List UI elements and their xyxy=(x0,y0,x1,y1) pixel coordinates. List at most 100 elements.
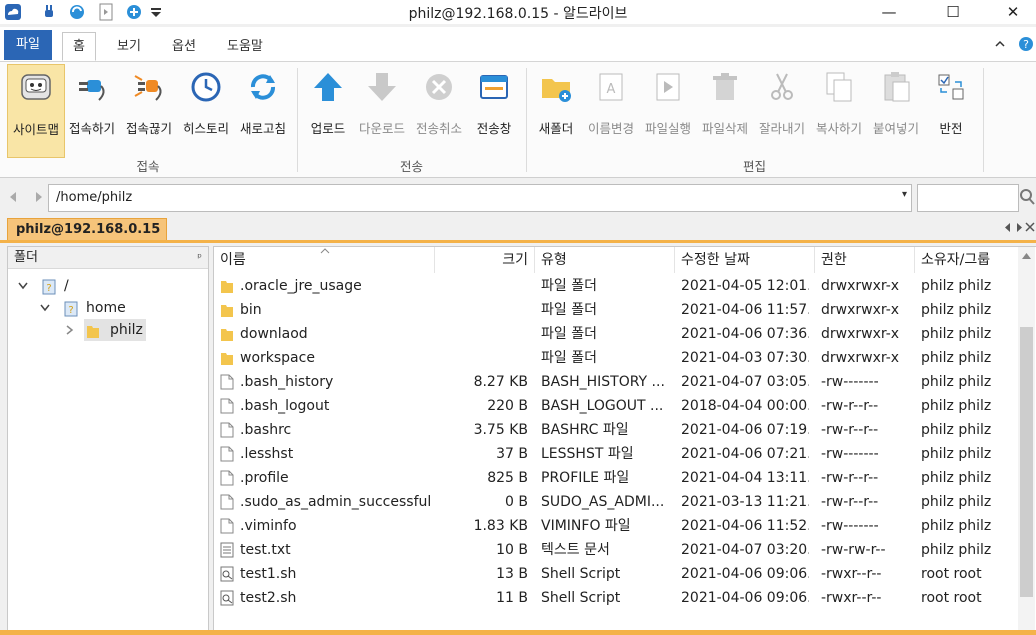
cancel-circle-icon xyxy=(426,74,452,100)
tab-file[interactable]: 파일 xyxy=(4,30,52,60)
table-row[interactable]: .viminfo 1.83 KB VIMINFO 파일 2021-04-06 11:5… xyxy=(214,514,1014,538)
chevron-right-icon[interactable] xyxy=(66,325,74,335)
cut-button[interactable]: 잘라내기 xyxy=(754,64,810,156)
table-row[interactable]: .oracle_jre_usage 파일 폴더 2021-04-05 12:01..… xyxy=(214,274,1014,298)
search-input[interactable] xyxy=(917,184,1019,212)
tab-help[interactable]: 도움말 xyxy=(217,33,273,60)
unknown-file-icon: ? xyxy=(42,279,56,295)
table-row[interactable]: .bashrc 3.75 KB BASHRC 파일 2021-04-06 07:19.… xyxy=(214,418,1014,442)
file-modified: 2021-04-06 11:52... xyxy=(681,518,809,534)
tree-node-philz[interactable]: philz xyxy=(64,319,148,341)
delete-file-button[interactable]: 파일삭제 xyxy=(697,64,753,156)
table-row[interactable]: test2.sh 11 B Shell Script 2021-04-06 09:06… xyxy=(214,586,1014,610)
script-file-icon xyxy=(220,566,234,582)
chevron-down-icon[interactable] xyxy=(18,282,28,290)
ribbon: 사이트맵 접속하기 접속끊기 히스토리 새로고침 접속 업로드 다운로드 전송취… xyxy=(0,62,1036,178)
run-file-button[interactable]: 파일실행 xyxy=(640,64,696,156)
site-map-label: 사이트맵 xyxy=(12,122,59,137)
table-row[interactable]: .bash_history 8.27 KB BASH_HISTORY ... 2021… xyxy=(214,370,1014,394)
upload-button[interactable]: 업로드 xyxy=(302,64,354,156)
pin-icon[interactable]: ᵖ xyxy=(197,247,202,269)
invert-button[interactable]: 반전 xyxy=(926,64,976,156)
invert-selection-icon xyxy=(938,74,964,100)
upload-label: 업로드 xyxy=(310,121,346,136)
file-name: .profile xyxy=(240,470,289,486)
table-row[interactable]: .lesshst 37 B LESSHST 파일 2021-04-06 07:21..… xyxy=(214,442,1014,466)
file-size: 1.83 KB xyxy=(473,518,528,534)
file-size: 3.75 KB xyxy=(473,422,528,438)
minimize-button[interactable]: — xyxy=(866,0,912,24)
search-icon[interactable] xyxy=(1019,188,1035,206)
column-header-owner[interactable]: 소유자/그룹 xyxy=(915,247,1018,273)
help-icon[interactable]: ? xyxy=(1018,36,1034,52)
site-map-button[interactable]: 사이트맵 xyxy=(7,64,65,158)
run-file-label: 파일실행 xyxy=(644,121,691,136)
file-modified: 2021-03-13 11:21... xyxy=(681,494,809,510)
column-header-permissions[interactable]: 권한 xyxy=(815,247,915,273)
path-input[interactable]: /home/philz ▾ xyxy=(48,184,912,212)
vertical-scrollbar[interactable] xyxy=(1018,247,1035,632)
table-row[interactable]: bin 파일 폴더 2021-04-06 11:57... drwxrwxr-x phi… xyxy=(214,298,1014,322)
folder-icon xyxy=(221,353,233,365)
file-type: VIMINFO 파일 xyxy=(541,518,631,534)
tab-options[interactable]: 옵션 xyxy=(162,33,206,60)
column-header-modified[interactable]: 수정한 날짜 xyxy=(675,247,815,273)
tab-scroll-left-icon[interactable] xyxy=(1004,223,1012,232)
close-button[interactable]: ✕ xyxy=(990,0,1036,24)
disconnect-button[interactable]: 접속끊기 xyxy=(121,64,177,156)
table-row[interactable]: workspace 파일 폴더 2021-04-03 07:30... drwxrwx… xyxy=(214,346,1014,370)
tab-scroll-right-icon[interactable] xyxy=(1015,223,1023,232)
file-modified: 2018-04-04 00:00... xyxy=(681,398,809,414)
refresh-button[interactable]: 새로고침 xyxy=(235,64,291,156)
table-row[interactable]: .bash_logout 220 B BASH_LOGOUT ... 2018-04-… xyxy=(214,394,1014,418)
connect-button[interactable]: 접속하기 xyxy=(64,64,120,156)
group-connect-label: 접속 xyxy=(136,159,160,174)
file-size: 825 B xyxy=(487,470,528,486)
new-folder-button[interactable]: 새폴더 xyxy=(531,64,581,156)
refresh-arrows-icon xyxy=(251,74,275,100)
file-type: SUDO_AS_ADMI... xyxy=(541,494,665,510)
file-name: .lesshst xyxy=(240,446,294,462)
file-owner: philz philz xyxy=(921,326,992,342)
chevron-down-icon[interactable] xyxy=(40,304,50,312)
file-owner: philz philz xyxy=(921,542,992,558)
maximize-button[interactable]: ☐ xyxy=(930,0,976,24)
file-owner: philz philz xyxy=(921,494,992,510)
tab-view[interactable]: 보기 xyxy=(107,33,151,60)
table-row[interactable]: .sudo_as_admin_successful 0 B SUDO_AS_ADMI… xyxy=(214,490,1014,514)
tab-close-icon[interactable] xyxy=(1025,222,1035,232)
new-folder-icon xyxy=(542,79,571,102)
column-header-type[interactable]: 유형 xyxy=(535,247,675,273)
file-name: .bash_logout xyxy=(240,398,330,414)
transfer-window-button[interactable]: 전송창 xyxy=(469,64,519,156)
paste-button[interactable]: 붙여넣기 xyxy=(868,64,924,156)
back-arrow-icon[interactable] xyxy=(9,192,17,202)
tab-home[interactable]: 홈 xyxy=(62,32,96,61)
table-row[interactable]: test.txt 10 B 텍스트 문서 2021-04-07 03:20... -rw… xyxy=(214,538,1014,562)
session-tab[interactable]: philz@192.168.0.15 xyxy=(7,218,167,240)
forward-arrow-icon[interactable] xyxy=(35,192,43,202)
scroll-up-icon[interactable] xyxy=(1022,253,1031,259)
path-dropdown-icon[interactable]: ▾ xyxy=(902,189,907,200)
collapse-ribbon-icon[interactable] xyxy=(994,38,1006,50)
scrollbar-thumb[interactable] xyxy=(1020,327,1033,597)
column-header-name[interactable]: 이름 xyxy=(214,247,435,273)
paste-label: 붙여넣기 xyxy=(872,121,919,136)
rename-button[interactable]: A 이름변경 xyxy=(583,64,639,156)
history-button[interactable]: 히스토리 xyxy=(178,64,234,156)
file-permissions: drwxrwxr-x xyxy=(821,278,900,294)
copy-button[interactable]: 복사하기 xyxy=(811,64,867,156)
file-icon xyxy=(220,518,234,534)
table-row[interactable]: .profile 825 B PROFILE 파일 2021-04-04 13:11.… xyxy=(214,466,1014,490)
download-button[interactable]: 다운로드 xyxy=(355,64,409,156)
file-name: .bashrc xyxy=(240,422,292,438)
table-row[interactable]: downlaod 파일 폴더 2021-04-06 07:36... drwxrwxr… xyxy=(214,322,1014,346)
file-permissions: -rwxr--r-- xyxy=(821,590,882,606)
table-row[interactable]: test1.sh 13 B Shell Script 2021-04-06 09:06… xyxy=(214,562,1014,586)
ribbon-separator xyxy=(983,68,984,172)
cancel-transfer-button[interactable]: 전송취소 xyxy=(411,64,467,156)
file-size: 37 B xyxy=(496,446,528,462)
plug-disconnect-icon xyxy=(134,75,162,101)
column-header-size[interactable]: 크기 xyxy=(435,247,535,273)
tree-label-home: home xyxy=(86,300,126,316)
